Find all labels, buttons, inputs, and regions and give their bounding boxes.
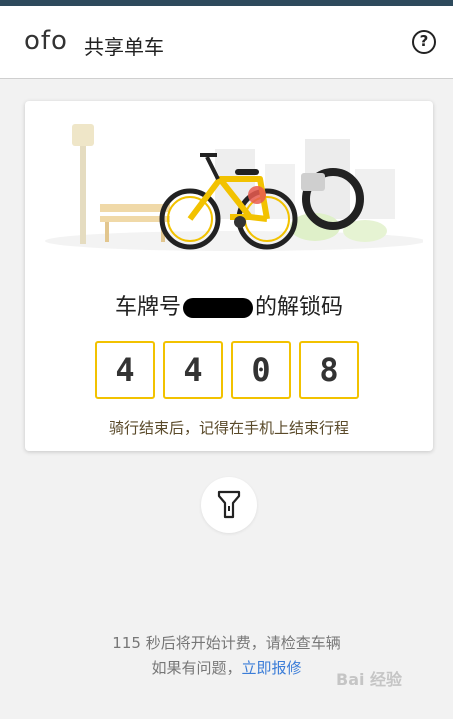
question-circle-icon: ? (419, 32, 429, 50)
report-repair-link[interactable]: 立即报修 (242, 659, 302, 677)
plate-redaction (183, 298, 253, 318)
bicycle-illustration (45, 124, 423, 251)
billing-countdown: 115 秒后将开始计费，请检查车辆 (112, 634, 341, 652)
flashlight-button[interactable] (201, 477, 257, 533)
plate-number-line: 车牌号 的解锁码 (25, 289, 433, 321)
unlock-code-card: 车牌号 的解锁码 4 4 0 8 骑行结束后，记得在手机上结束行程 (25, 101, 433, 451)
unlock-code-label: 的解锁码 (255, 295, 344, 320)
end-ride-hint: 骑行结束后，记得在手机上结束行程 (108, 419, 349, 437)
unlock-digit-2: 4 (163, 341, 223, 399)
plate-label: 车牌号 (114, 295, 181, 320)
unlock-code-digits: 4 4 0 8 (95, 341, 359, 403)
flashlight-icon (217, 490, 241, 519)
unlock-digit-4: 8 (299, 341, 359, 399)
page-title: 共享单车 (84, 35, 164, 59)
help-button[interactable]: ? (412, 30, 436, 54)
problem-text: 如果有问题， (151, 659, 242, 677)
unlock-digit-1: 4 (95, 341, 155, 399)
unlock-digit-3: 0 (231, 341, 291, 399)
ofo-logo: ofo (24, 26, 68, 56)
app-header: ofo 共享单车 ? (0, 6, 453, 79)
watermark: Bai 经验 (336, 670, 403, 689)
